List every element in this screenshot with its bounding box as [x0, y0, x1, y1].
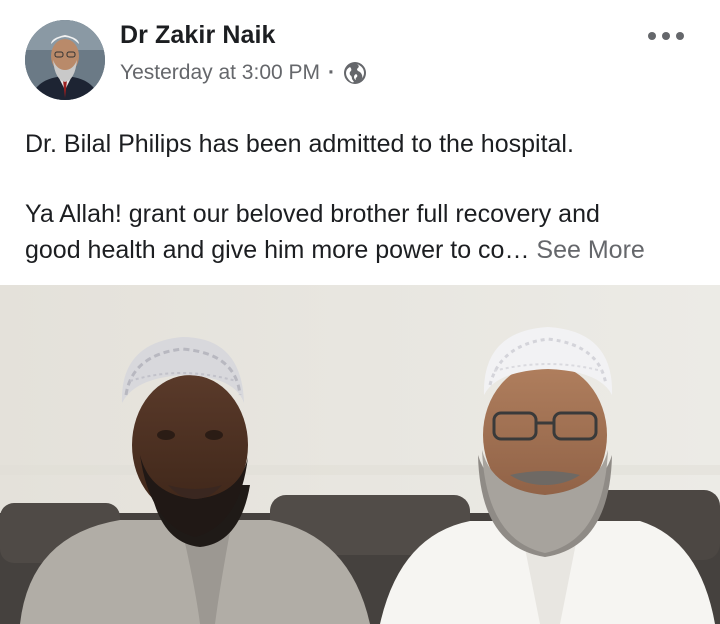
post-text: Dr. Bilal Philips has been admitted to t… [25, 126, 705, 268]
post-meta: Yesterday at 3:00 PM · [120, 59, 367, 87]
more-dot [676, 32, 684, 40]
post-text-line-last: good health and give him more power to c… [25, 232, 705, 268]
see-more-link[interactable]: See More [536, 236, 644, 264]
post-text-line: Dr. Bilal Philips has been admitted to t… [25, 130, 574, 158]
author-avatar[interactable] [25, 20, 105, 100]
more-dot [648, 32, 656, 40]
globe-icon[interactable] [343, 61, 367, 85]
more-dot [662, 32, 670, 40]
post-text-truncated: good health and give him more power to c… [25, 236, 530, 264]
post-text-line: Ya Allah! grant our beloved brother full… [25, 200, 600, 228]
meta-separator: · [328, 61, 336, 84]
author-name[interactable]: Dr Zakir Naik [120, 21, 276, 50]
post-timestamp[interactable]: Yesterday at 3:00 PM [120, 61, 320, 85]
post-photo[interactable] [0, 285, 720, 624]
facebook-post: Dr Zakir Naik Yesterday at 3:00 PM · Dr.… [0, 0, 720, 624]
more-options-icon[interactable] [648, 26, 684, 46]
post-header: Dr Zakir Naik Yesterday at 3:00 PM · [0, 0, 720, 110]
